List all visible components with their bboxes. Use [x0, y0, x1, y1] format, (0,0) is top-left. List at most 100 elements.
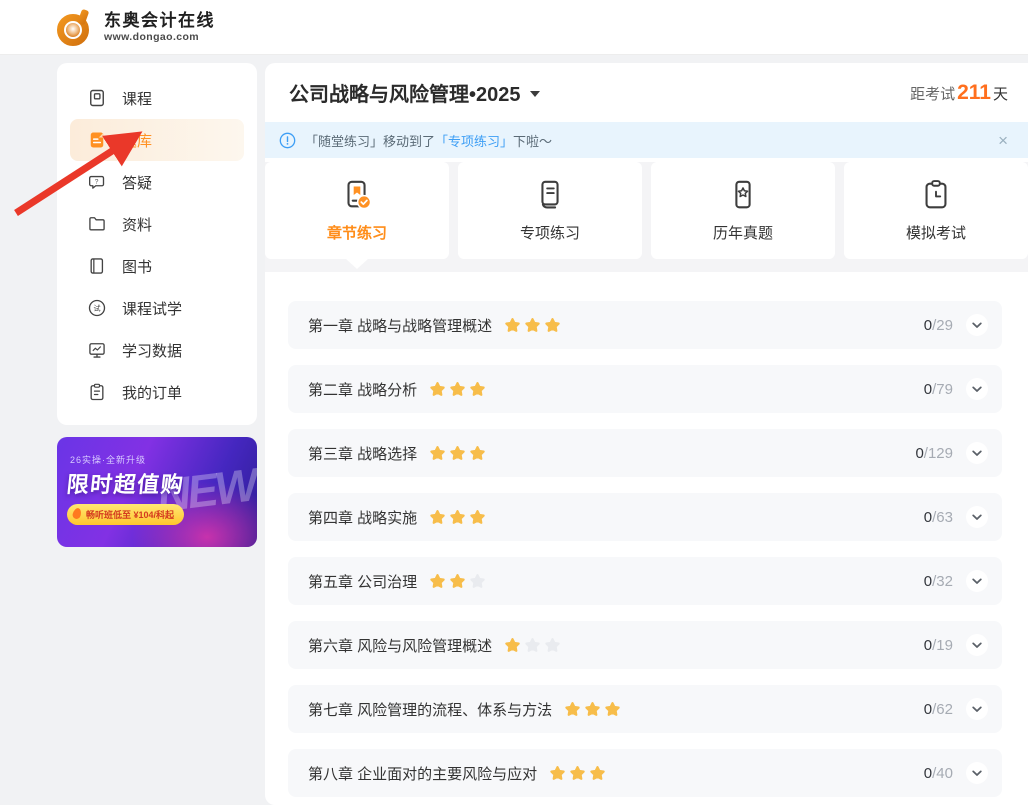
difficulty-stars: [549, 765, 606, 782]
sidebar-item-label: 课程: [122, 90, 153, 108]
star-filled-icon: [589, 765, 606, 782]
expand-chevron-icon[interactable]: [965, 377, 989, 401]
progress-count: 0/63: [923, 508, 953, 526]
expand-chevron-icon[interactable]: [965, 569, 989, 593]
difficulty-stars: [429, 573, 486, 590]
star-filled-icon: [544, 317, 561, 334]
expand-chevron-icon[interactable]: [965, 441, 989, 465]
sidebar-item-0[interactable]: 课程: [70, 77, 244, 119]
sidebar-item-label: 课程试学: [122, 300, 183, 318]
chapter-title: 第二章 战略分析: [308, 381, 418, 399]
course-book-icon: [87, 88, 107, 108]
promo-banner[interactable]: NEW 26实操·全新升级 限时超值购 畅听班低至 ¥104/科起: [57, 437, 257, 547]
countdown-suffix: 天: [992, 85, 1008, 103]
sidebar: 课程 题库 ? 答疑 资料 图书 试 课程试学 学习数据 我的订单: [57, 63, 257, 425]
chapter-row-3[interactable]: 第四章 战略实施 0/63: [288, 493, 1002, 541]
expand-chevron-icon[interactable]: [965, 697, 989, 721]
chapter-row-2[interactable]: 第三章 战略选择 0/129: [288, 429, 1002, 477]
star-empty-icon: [469, 573, 486, 590]
course-selector[interactable]: 公司战略与风险管理•2025: [289, 78, 540, 107]
dongao-logo-icon: [57, 9, 89, 46]
sidebar-item-2[interactable]: ? 答疑: [70, 161, 244, 203]
notice-link[interactable]: 「专项练习」: [435, 134, 513, 149]
star-filled-icon: [429, 509, 446, 526]
expand-chevron-icon[interactable]: [965, 633, 989, 657]
star-filled-icon: [584, 701, 601, 718]
info-icon: [279, 132, 296, 149]
past-exam-icon: [726, 178, 760, 212]
sidebar-item-6[interactable]: 学习数据: [70, 329, 244, 371]
sidebar-item-label: 答疑: [122, 174, 153, 192]
star-filled-icon: [604, 701, 621, 718]
expand-chevron-icon[interactable]: [965, 505, 989, 529]
chapter-title: 第三章 战略选择: [308, 445, 418, 463]
chapter-row-1[interactable]: 第二章 战略分析 0/79: [288, 365, 1002, 413]
chapter-row-0[interactable]: 第一章 战略与战略管理概述 0/29: [288, 301, 1002, 349]
star-empty-icon: [524, 637, 541, 654]
topbar: 东奥会计在线 www.dongao.com: [0, 0, 1028, 55]
sidebar-item-label: 题库: [122, 132, 153, 150]
question-bank-icon: [87, 130, 107, 150]
tab-label: 章节练习: [326, 225, 387, 242]
tab-label: 专项练习: [519, 225, 580, 242]
sidebar-item-3[interactable]: 资料: [70, 203, 244, 245]
expand-chevron-icon[interactable]: [965, 313, 989, 337]
chapter-row-5[interactable]: 第六章 风险与风险管理概述 0/19: [288, 621, 1002, 669]
dongao-logo[interactable]: 东奥会计在线 www.dongao.com: [55, 7, 215, 47]
star-filled-icon: [549, 765, 566, 782]
chapter-title: 第五章 公司治理: [308, 573, 418, 591]
tab-1[interactable]: 专项练习: [458, 162, 642, 259]
countdown-days: 211: [957, 80, 991, 104]
star-filled-icon: [504, 637, 521, 654]
tab-2[interactable]: 历年真题: [651, 162, 835, 259]
tab-3[interactable]: 模拟考试: [844, 162, 1028, 259]
notice-text: 「随堂练习」移动到了「专项练习」下啦～: [305, 133, 553, 149]
expand-chevron-icon[interactable]: [965, 761, 989, 785]
notice-banner: 「随堂练习」移动到了「专项练习」下啦～ ×: [265, 122, 1028, 158]
progress-count: 0/19: [923, 636, 953, 654]
logo-subtitle: www.dongao.com: [104, 30, 200, 43]
mock-exam-icon: [919, 178, 953, 212]
sidebar-item-7[interactable]: 我的订单: [70, 371, 244, 413]
folder-icon: [87, 214, 107, 234]
qa-bubble-icon: ?: [87, 172, 107, 192]
star-filled-icon: [564, 701, 581, 718]
sidebar-item-5[interactable]: 试 课程试学: [70, 287, 244, 329]
sidebar-item-label: 资料: [122, 216, 153, 234]
star-filled-icon: [569, 765, 586, 782]
difficulty-stars: [504, 637, 561, 654]
star-filled-icon: [429, 381, 446, 398]
countdown-prefix: 距考试: [910, 85, 956, 103]
chapter-title: 第六章 风险与风险管理概述: [308, 637, 493, 655]
sidebar-item-1[interactable]: 题库: [70, 119, 244, 161]
star-filled-icon: [449, 445, 466, 462]
progress-count: 0/62: [923, 700, 953, 718]
trial-icon: 试: [87, 298, 107, 318]
star-filled-icon: [449, 509, 466, 526]
star-filled-icon: [429, 573, 446, 590]
sidebar-menu: 课程 题库 ? 答疑 资料 图书 试 课程试学 学习数据 我的订单: [57, 77, 257, 413]
progress-count: 0/129: [915, 444, 953, 462]
sidebar-item-4[interactable]: 图书: [70, 245, 244, 287]
promo-price-badge: 畅听班低至 ¥104/科起: [67, 504, 185, 525]
promo-subtitle: 26实操·全新升级: [70, 455, 147, 465]
chapter-title: 第一章 战略与战略管理概述: [308, 317, 493, 335]
star-filled-icon: [449, 573, 466, 590]
sidebar-item-label: 我的订单: [122, 384, 183, 402]
chapter-title: 第八章 企业面对的主要风险与应对: [308, 765, 538, 783]
chapter-row-4[interactable]: 第五章 公司治理 0/32: [288, 557, 1002, 605]
difficulty-stars: [504, 317, 561, 334]
difficulty-stars: [429, 509, 486, 526]
progress-count: 0/29: [923, 316, 953, 334]
star-filled-icon: [449, 381, 466, 398]
sidebar-item-label: 图书: [122, 258, 153, 276]
main-header: 公司战略与风险管理•2025 距考试 211 天: [265, 63, 1028, 122]
active-tab-notch: [346, 259, 368, 269]
chapter-row-6[interactable]: 第七章 风险管理的流程、体系与方法 0/62: [288, 685, 1002, 733]
chapter-practice-icon: [340, 178, 374, 212]
close-icon[interactable]: ×: [994, 130, 1012, 151]
study-data-icon: [87, 340, 107, 360]
tab-0[interactable]: 章节练习: [265, 162, 449, 269]
book-icon: [87, 256, 107, 276]
chapter-row-7[interactable]: 第八章 企业面对的主要风险与应对 0/40: [288, 749, 1002, 797]
